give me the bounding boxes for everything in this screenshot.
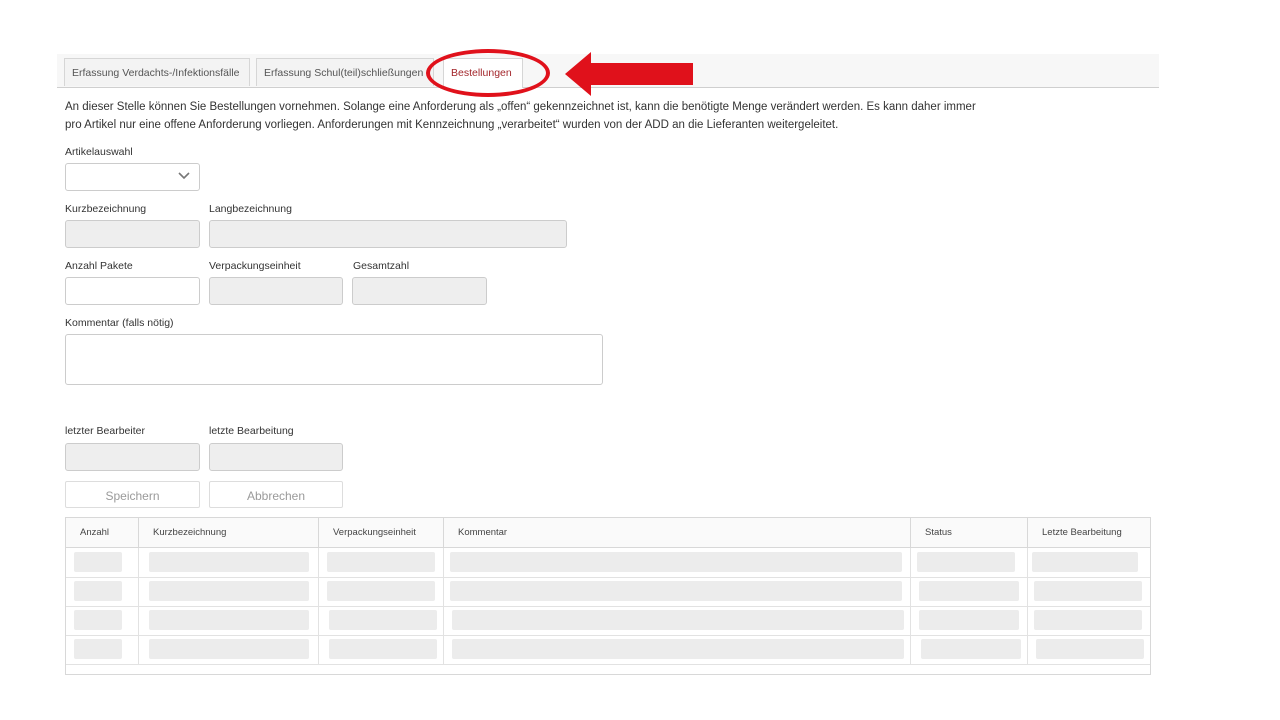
cancel-button[interactable]: Abbrechen [209,481,343,508]
langbezeichnung-field [209,220,567,248]
kurzbezeichnung-label: Kurzbezeichnung [65,203,147,215]
anzahl-pakete-label: Anzahl Pakete [65,260,133,272]
gesamtzahl-label: Gesamtzahl [353,260,410,272]
verpackungseinheit-field [209,277,343,305]
tab-bestellungen[interactable]: Bestellungen [443,58,523,88]
table-row[interactable] [66,577,1150,607]
column-header-anzahl[interactable]: Anzahl [66,518,139,547]
column-header-kommentar[interactable]: Kommentar [444,518,911,547]
table-header: Anzahl Kurzbezeichnung Verpackungseinhei… [66,518,1150,548]
artikelauswahl-select[interactable] [65,163,200,191]
verpackungseinheit-label: Verpackungseinheit [209,260,301,272]
artikelauswahl-label: Artikelauswahl [65,146,133,158]
langbezeichnung-label: Langbezeichnung [209,203,292,215]
table-row[interactable] [66,606,1150,636]
kommentar-label: Kommentar (falls nötig) [65,317,174,329]
letzter-bearbeiter-label: letzter Bearbeiter [65,425,145,437]
tab-erfassung-verdachtsfaelle[interactable]: Erfassung Verdachts-/Infektionsfälle [64,58,250,86]
column-header-kurzbezeichnung[interactable]: Kurzbezeichnung [139,518,319,547]
gesamtzahl-field [352,277,487,305]
save-button[interactable]: Speichern [65,481,200,508]
kommentar-textarea[interactable] [65,334,603,385]
column-header-verpackungseinheit[interactable]: Verpackungseinheit [319,518,444,547]
anzahl-pakete-input[interactable] [65,277,200,305]
letzter-bearbeiter-field [65,443,200,471]
column-header-letzte-bearbeitung[interactable]: Letzte Bearbeitung [1028,518,1150,547]
column-header-status[interactable]: Status [911,518,1028,547]
description-text: An dieser Stelle können Sie Bestellungen… [65,101,976,131]
chevron-down-icon [178,172,190,180]
letzte-bearbeitung-field [209,443,343,471]
orders-table: Anzahl Kurzbezeichnung Verpackungseinhei… [65,517,1151,675]
tab-erfassung-schulschliessungen[interactable]: Erfassung Schul(teil)schließungen [256,58,434,86]
kurzbezeichnung-field [65,220,200,248]
table-row[interactable] [66,548,1150,578]
table-row[interactable] [66,635,1150,665]
tab-bar: Erfassung Verdachts-/Infektionsfälle Erf… [57,54,1159,88]
letzte-bearbeitung-label: letzte Bearbeitung [209,425,294,437]
